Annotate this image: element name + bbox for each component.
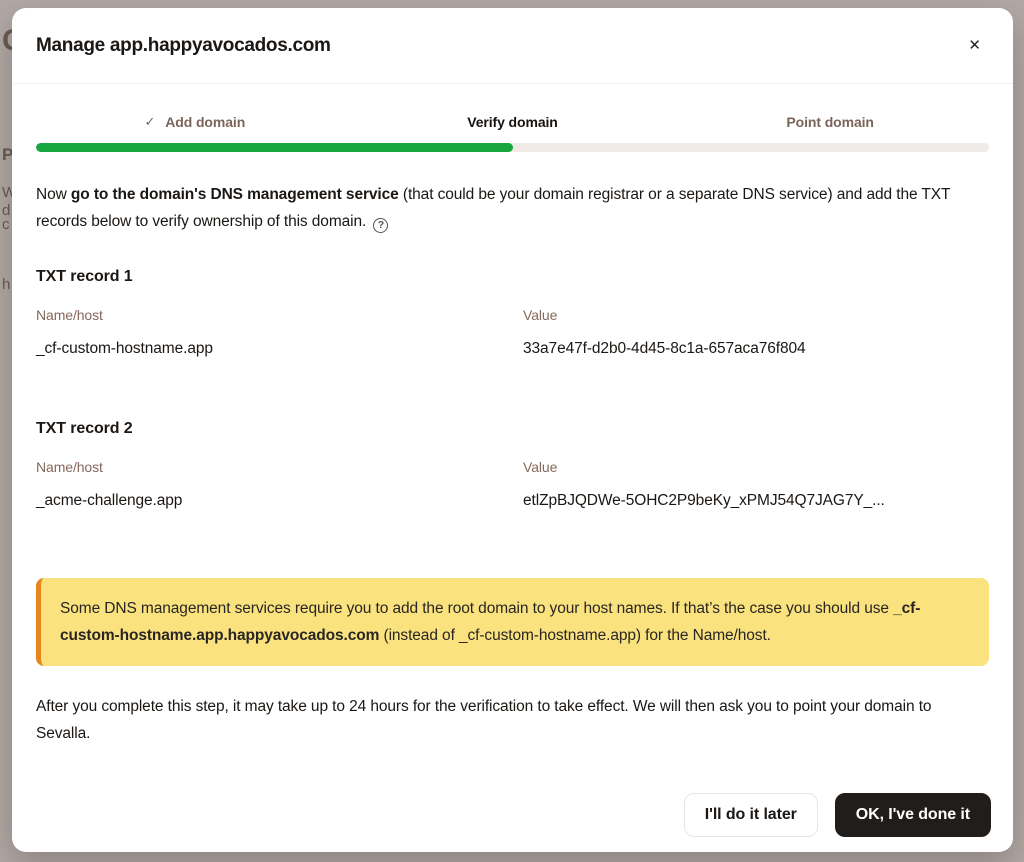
dns-root-domain-warning: Some DNS management services require you… (36, 578, 989, 666)
modal-body: ✓ Add domain Verify domain Point domain … (12, 84, 1013, 793)
outro-paragraph: After you complete this step, it may tak… (36, 693, 989, 747)
help-icon[interactable]: ? (373, 218, 388, 233)
step-label: Point domain (786, 114, 873, 130)
record-title: TXT record 2 (36, 420, 989, 438)
progress-bar (36, 143, 989, 152)
alert-pre: Some DNS management services require you… (60, 600, 893, 617)
do-it-later-button[interactable]: I'll do it later (684, 793, 818, 837)
step-label: Add domain (165, 114, 245, 130)
intro-pre: Now (36, 186, 71, 203)
record-name-value: _cf-custom-hostname.app (36, 340, 523, 358)
progress-fill (36, 143, 513, 152)
step-label: Verify domain (467, 114, 558, 130)
stepper: ✓ Add domain Verify domain Point domain (36, 114, 989, 130)
intro-paragraph: Now go to the domain's DNS management se… (36, 181, 989, 235)
step-point-domain: Point domain (671, 114, 989, 130)
modal-footer: I'll do it later OK, I've done it (12, 793, 1013, 852)
value-label: Value (523, 459, 989, 475)
close-icon: ✕ (968, 37, 981, 54)
modal-header: Manage app.happyavocados.com ✕ (12, 8, 1013, 84)
ok-done-button[interactable]: OK, I've done it (835, 793, 991, 837)
manage-domain-modal: Manage app.happyavocados.com ✕ ✓ Add dom… (12, 8, 1013, 852)
name-host-label: Name/host (36, 459, 523, 475)
value-label: Value (523, 307, 989, 323)
check-icon: ✓ (144, 114, 155, 130)
record-value-value: 33a7e47f-d2b0-4d45-8c1a-657aca76f804 (523, 340, 989, 358)
brand-name: Sevalla (36, 725, 86, 742)
outro-pre: After you complete this step, it may tak… (36, 698, 931, 715)
record-name-value: _acme-challenge.app (36, 492, 523, 510)
name-host-label: Name/host (36, 307, 523, 323)
step-add-domain: ✓ Add domain (36, 114, 354, 130)
outro-post: . (86, 725, 90, 742)
close-button[interactable]: ✕ (962, 34, 987, 57)
record-value-value: etlZpBJQDWe-5OHC2P9beKy_xPMJ54Q7JAG7Y_..… (523, 492, 989, 510)
alert-post: (instead of _cf-custom-hostname.app) for… (379, 627, 771, 644)
txt-record-2: TXT record 2 Name/host Value _acme-chall… (36, 420, 989, 510)
record-title: TXT record 1 (36, 268, 989, 286)
step-verify-domain: Verify domain (354, 114, 672, 130)
txt-record-1: TXT record 1 Name/host Value _cf-custom-… (36, 268, 989, 358)
intro-bold: go to the domain's DNS management servic… (71, 186, 399, 203)
modal-title: Manage app.happyavocados.com (36, 35, 331, 57)
